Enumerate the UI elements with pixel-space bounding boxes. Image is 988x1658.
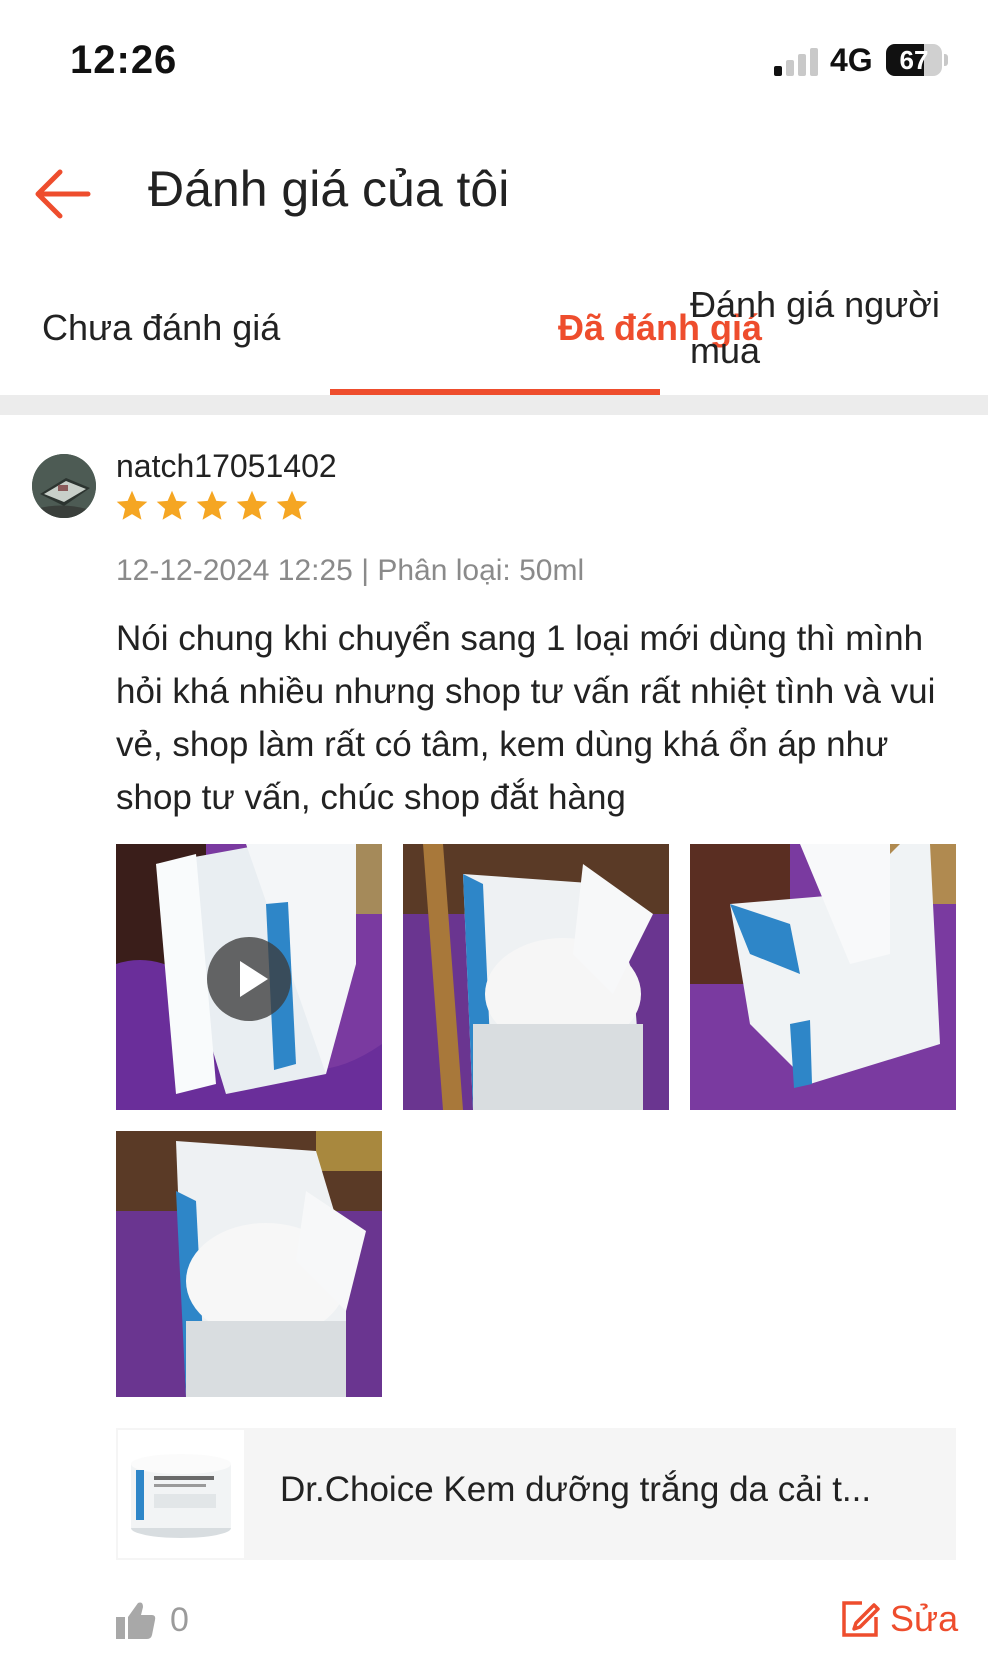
page-title: Đánh giá của tôi — [148, 161, 510, 217]
battery-percent: 67 — [899, 45, 929, 75]
rating-stars — [114, 488, 310, 528]
cellular-signal-icon — [774, 46, 820, 76]
status-bar: 12:26 4G 67 — [0, 0, 988, 120]
avatar[interactable] — [32, 454, 96, 518]
battery-icon: 67 — [886, 44, 948, 76]
arrow-left-icon — [35, 169, 91, 219]
star-icon — [276, 490, 308, 520]
back-button[interactable] — [30, 162, 100, 226]
tab-label: Đánh giá người mua — [690, 284, 940, 371]
app-header: Đánh giá của tôi — [0, 120, 988, 260]
review-photo[interactable] — [403, 844, 669, 1110]
review-photo[interactable] — [690, 844, 956, 1110]
review-photo[interactable] — [116, 1131, 382, 1397]
review-meta: 12-12-2024 12:25 | Phân loại: 50ml — [116, 554, 585, 587]
tab-buyer-reviews[interactable]: Đánh giá người mua — [690, 265, 970, 395]
reviewer-username: natch17051402 — [116, 448, 337, 484]
edit-review-button[interactable]: Sửa — [840, 1596, 958, 1642]
star-icon — [236, 490, 268, 520]
review-tabs: Chưa đánh giá Đã đánh giá Đánh giá người… — [0, 265, 988, 395]
thumbs-up-icon — [116, 1602, 156, 1639]
like-button[interactable]: 0 — [116, 1598, 189, 1642]
product-thumbnail — [116, 1428, 246, 1560]
product-name: Dr.Choice Kem dưỡng trắng da cải t... — [280, 1470, 872, 1509]
reviewed-product-card[interactable]: Dr.Choice Kem dưỡng trắng da cải t... — [116, 1428, 956, 1560]
review-video-thumbnail[interactable] — [116, 844, 382, 1110]
status-time: 12:26 — [70, 38, 178, 82]
review-text: Nói chung khi chuyển sang 1 loại mới dùn… — [116, 619, 936, 817]
edit-label: Sửa — [890, 1598, 959, 1639]
tab-not-reviewed[interactable]: Chưa đánh giá — [42, 265, 332, 395]
star-icon — [196, 490, 228, 520]
star-icon — [116, 490, 148, 520]
review-actions: 0 Sửa — [0, 1590, 988, 1650]
section-divider — [0, 395, 988, 415]
like-count: 0 — [170, 1600, 189, 1639]
star-icon — [156, 490, 188, 520]
play-icon — [207, 937, 291, 1021]
tab-reviewed[interactable]: Đã đánh giá — [330, 265, 762, 395]
edit-icon — [842, 1601, 880, 1637]
tab-label: Chưa đánh giá — [42, 307, 281, 348]
network-type: 4G — [830, 42, 873, 78]
